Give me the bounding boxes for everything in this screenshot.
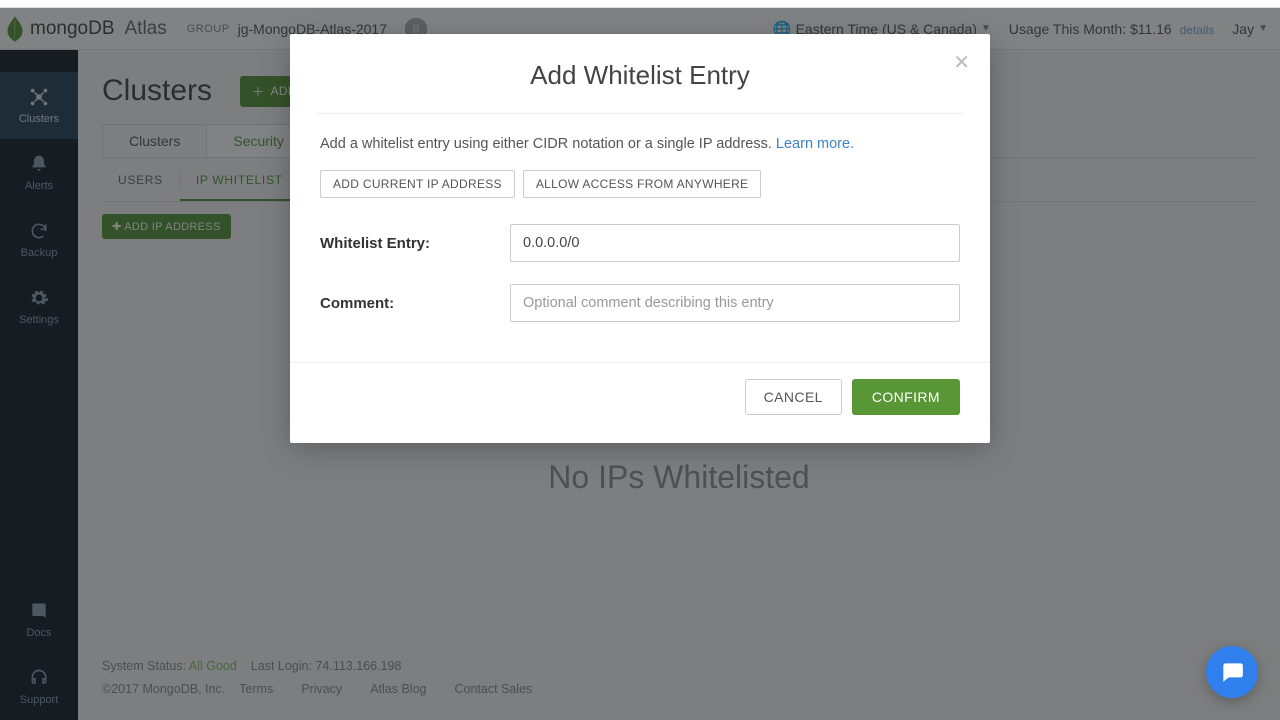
chat-widget-button[interactable] bbox=[1206, 646, 1258, 698]
learn-more-link[interactable]: Learn more. bbox=[776, 136, 854, 152]
comment-input[interactable] bbox=[510, 284, 960, 322]
confirm-button[interactable]: CONFIRM bbox=[852, 379, 960, 415]
add-current-ip-button[interactable]: ADD CURRENT IP ADDRESS bbox=[320, 170, 515, 198]
cancel-button[interactable]: CANCEL bbox=[745, 379, 842, 415]
modal-title: Add Whitelist Entry bbox=[290, 34, 990, 113]
modal-intro: Add a whitelist entry using either CIDR … bbox=[320, 136, 960, 152]
allow-anywhere-button[interactable]: ALLOW ACCESS FROM ANYWHERE bbox=[523, 170, 762, 198]
whitelist-entry-input[interactable] bbox=[510, 224, 960, 262]
modal-overlay[interactable]: ✕ Add Whitelist Entry Add a whitelist en… bbox=[0, 8, 1280, 720]
chat-icon bbox=[1219, 659, 1245, 685]
whitelist-entry-label: Whitelist Entry: bbox=[320, 235, 510, 252]
add-whitelist-modal: ✕ Add Whitelist Entry Add a whitelist en… bbox=[290, 34, 990, 443]
browser-chrome-strip bbox=[0, 0, 1280, 8]
close-icon[interactable]: ✕ bbox=[953, 50, 970, 75]
intro-text: Add a whitelist entry using either CIDR … bbox=[320, 136, 776, 152]
comment-label: Comment: bbox=[320, 295, 510, 312]
